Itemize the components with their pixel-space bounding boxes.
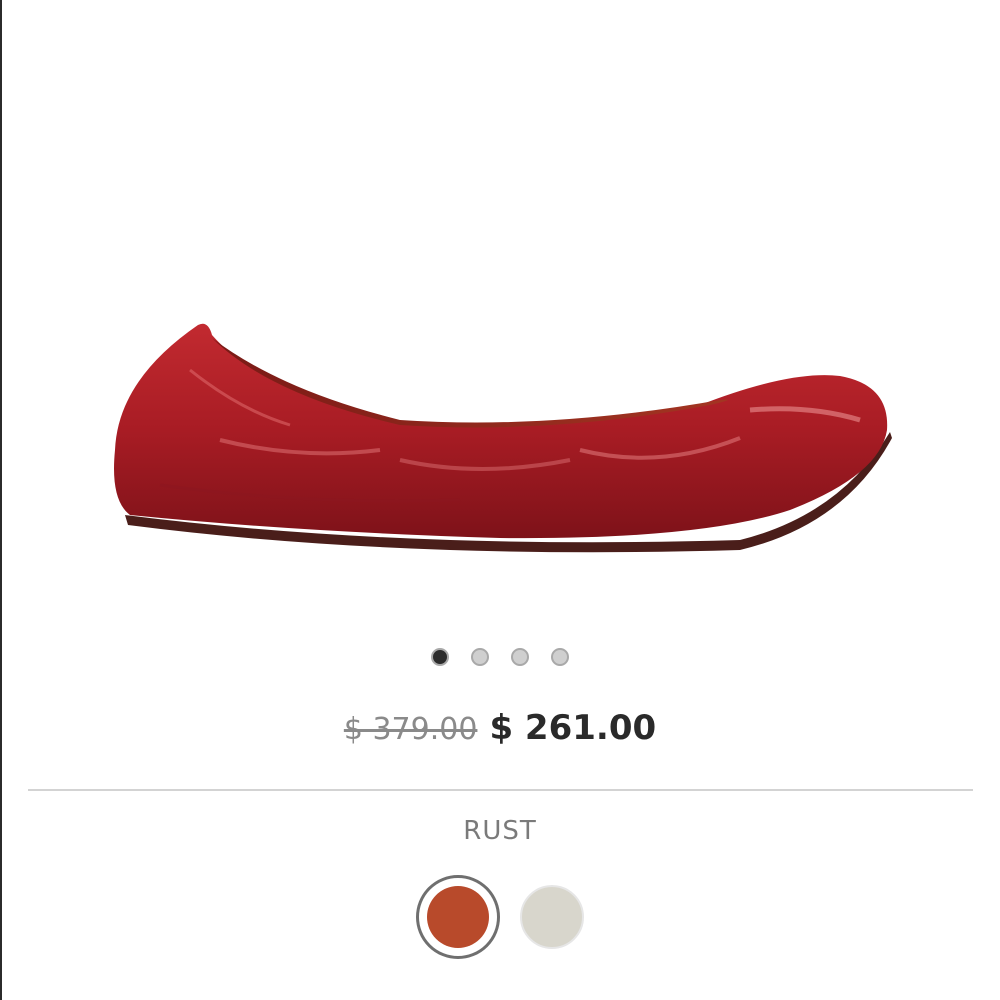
carousel-dot-3[interactable] xyxy=(511,648,529,666)
carousel-dot-1[interactable] xyxy=(431,648,449,666)
sale-price: $ 261.00 xyxy=(489,708,657,748)
carousel-dot-4[interactable] xyxy=(551,648,569,666)
original-price: $ 379.00 xyxy=(343,712,478,747)
window-edge xyxy=(0,0,2,1000)
price-row: $ 379.00 $ 261.00 xyxy=(0,708,1000,748)
selected-color-label: RUST xyxy=(463,816,537,846)
color-swatch-rust[interactable] xyxy=(416,875,500,959)
rust-swatch-fill xyxy=(427,886,489,948)
product-image[interactable] xyxy=(100,310,900,570)
color-swatches xyxy=(0,875,1000,959)
carousel-pagination xyxy=(0,648,1000,666)
color-swatch-beige[interactable] xyxy=(520,885,584,949)
product-page: $ 379.00 $ 261.00 RUST xyxy=(0,0,1000,1000)
divider xyxy=(28,789,973,791)
carousel-dot-2[interactable] xyxy=(471,648,489,666)
